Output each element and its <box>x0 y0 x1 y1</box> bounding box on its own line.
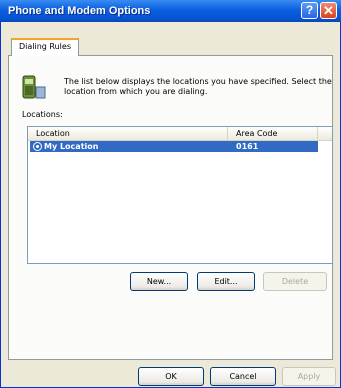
locations-label: Locations: <box>22 110 63 119</box>
delete-button[interactable]: Delete <box>263 272 327 291</box>
edit-button[interactable]: Edit... <box>197 272 255 291</box>
apply-button[interactable]: Apply <box>282 367 336 386</box>
tab-dialing-rules[interactable]: Dialing Rules <box>11 38 79 56</box>
ok-button[interactable]: OK <box>138 367 204 386</box>
locations-list[interactable]: Location Area Code My Location 0161 <box>27 126 333 264</box>
cancel-button[interactable]: Cancel <box>210 367 276 386</box>
help-icon[interactable]: ? <box>301 2 318 19</box>
close-icon[interactable]: ✕ <box>320 2 337 19</box>
description-text: The list below displays the locations yo… <box>64 77 332 96</box>
area-code: 0161 <box>236 142 259 151</box>
window-title: Phone and Modem Options <box>8 5 151 17</box>
dialog-window: Phone and Modem Options ? ✕ Dialing Rule… <box>0 0 341 388</box>
column-header-location[interactable]: Location <box>28 127 228 140</box>
new-button[interactable]: New... <box>130 272 188 291</box>
title-bar[interactable]: Phone and Modem Options ? ✕ <box>0 0 341 22</box>
list-header: Location Area Code <box>28 127 332 141</box>
dialog-footer: OK Cancel Apply <box>1 362 340 387</box>
selected-radio-icon <box>33 142 42 151</box>
phone-icon <box>22 75 46 99</box>
table-row[interactable]: My Location 0161 <box>30 141 318 152</box>
location-name: My Location <box>44 142 99 151</box>
column-header-area-code[interactable]: Area Code <box>228 127 318 140</box>
